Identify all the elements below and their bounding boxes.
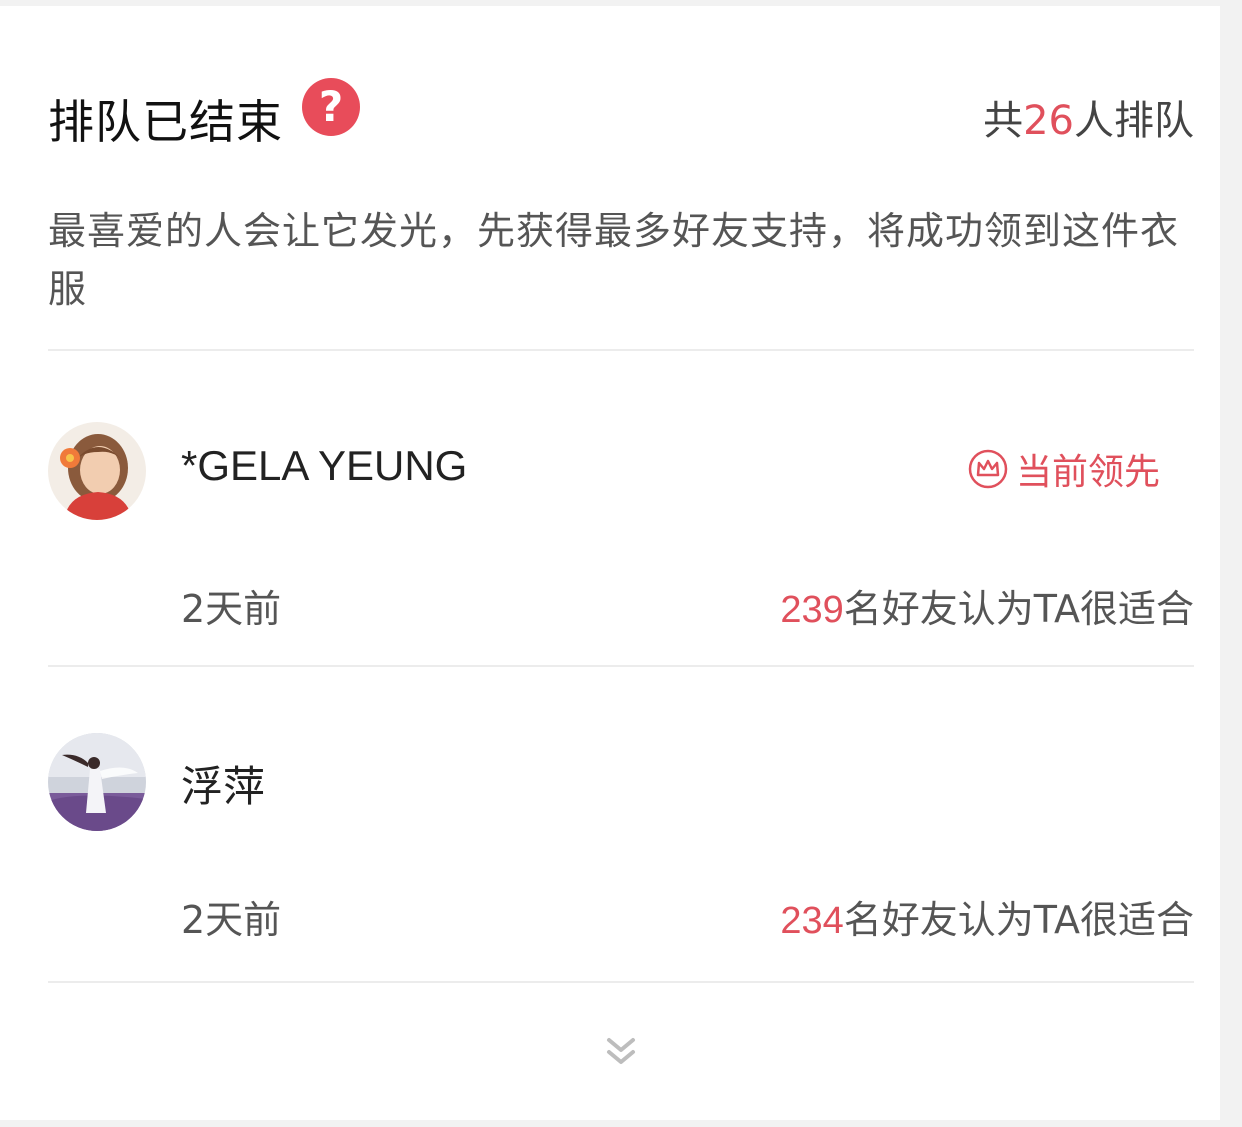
votes-count: 239 xyxy=(780,589,844,631)
divider xyxy=(48,981,1194,983)
entry-votes: 239名好友认为TA很适合 xyxy=(780,578,1194,633)
entry-time: 2天前 xyxy=(181,898,282,942)
question-circle-icon[interactable]: ? xyxy=(302,78,360,136)
queue-description: 最喜爱的人会让它发光，先获得最多好友支持，将成功领到这件衣服 xyxy=(48,209,1180,311)
list-item[interactable]: *GELA YEUNG 当前领先 2天前 239名好友认为TA很适合 xyxy=(48,422,1194,672)
queue-total-count: 26 xyxy=(1023,98,1074,144)
queue-card: 排队已结束 ? 共26人排队 最喜爱的人会让它发光，先获得最多好友支持，将成功领… xyxy=(0,6,1220,1120)
queue-header: 排队已结束 ? 共26人排队 xyxy=(48,78,1194,158)
queue-total-prefix: 共 xyxy=(983,98,1024,144)
queue-total: 共26人排队 xyxy=(983,88,1194,146)
show-more-button[interactable] xyxy=(596,1030,646,1074)
entry-name: *GELA YEUNG xyxy=(181,442,468,489)
votes-suffix: 名好友认为TA很适合 xyxy=(843,898,1194,942)
queue-title: 排队已结束 xyxy=(48,95,283,149)
crown-icon xyxy=(968,449,1008,489)
votes-suffix: 名好友认为TA很适合 xyxy=(843,587,1194,631)
queue-total-suffix: 人排队 xyxy=(1074,98,1194,144)
avatar[interactable] xyxy=(48,422,146,520)
avatar[interactable] xyxy=(48,733,146,831)
divider xyxy=(48,665,1194,667)
list-item[interactable]: 浮萍 2天前 234名好友认为TA很适合 xyxy=(48,733,1194,983)
leading-badge: 当前领先 xyxy=(968,446,1160,493)
votes-count: 234 xyxy=(780,900,844,942)
double-chevron-down-icon xyxy=(607,1038,635,1064)
entry-time: 2天前 xyxy=(181,587,282,631)
entry-name: 浮萍 xyxy=(181,762,266,811)
leading-badge-label: 当前领先 xyxy=(1015,452,1160,493)
entry-votes: 234名好友认为TA很适合 xyxy=(780,889,1194,944)
divider xyxy=(48,349,1194,351)
